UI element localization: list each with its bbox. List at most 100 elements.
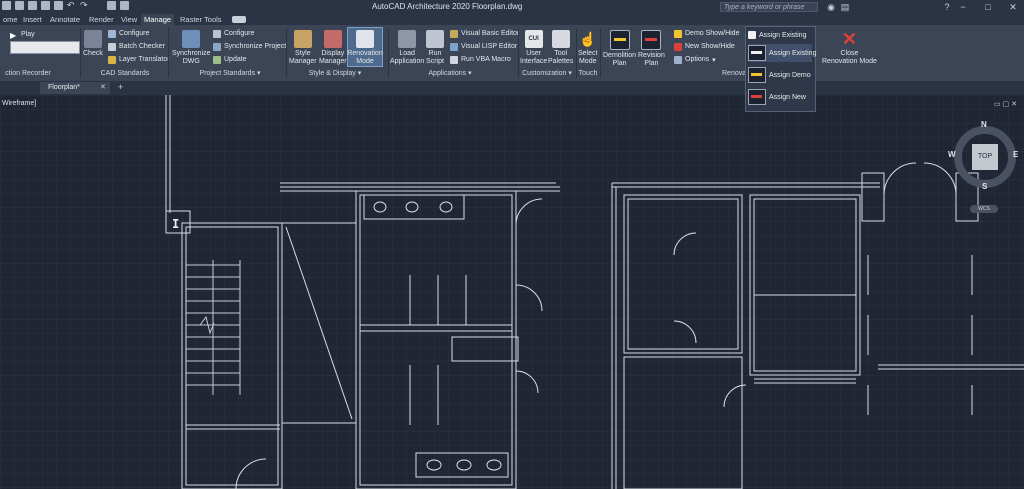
run-script-icon [426,30,444,48]
tab-insert[interactable]: Insert [20,14,45,25]
assign-existing-icon [748,45,766,61]
visual-lisp-editor-button[interactable]: Visual LISP Editor [450,41,517,52]
options-icon [674,55,682,64]
batch-checker-icon [108,42,116,51]
menu-item-assign-existing[interactable]: Assign Existing [748,44,816,62]
plot-icon[interactable] [54,1,63,10]
configure-project-button[interactable]: Configure [213,28,254,39]
macro-select[interactable] [10,41,80,54]
group-label-touch: Touch [578,70,598,77]
layer-translator-icon [108,55,116,64]
viewcube-top-face[interactable]: TOP [972,144,998,170]
update-icon [213,55,221,64]
configure-icon [108,29,116,38]
load-application-button[interactable]: Load Application [390,30,424,66]
quick-access-toolbar: ↶ ↷ [2,1,129,10]
tab-home[interactable]: ome [0,14,21,25]
demo-show-hide-icon [674,29,682,38]
close-icon: ✕ [841,29,857,49]
window-title: AutoCAD Architecture 2020 Floorplan.dwg [372,2,523,11]
group-label-cad-standards: CAD Standards [100,70,150,77]
assign-demo-icon [748,67,766,83]
configure-standards-button[interactable]: Configure [108,28,149,39]
select-mode-button[interactable]: ☝ Select Mode [578,30,597,66]
share-icon[interactable] [107,1,116,10]
synchronize-project-button[interactable]: Synchronize Project [213,41,286,52]
save-icon[interactable] [15,1,24,10]
close-renovation-mode-button[interactable]: ✕ Close Renovation Mode [822,30,877,66]
tab-manage[interactable]: Manage [141,14,175,25]
group-label-applications[interactable]: Applications ▾ [418,69,482,79]
run-vba-macro-button[interactable]: Run VBA Macro [450,54,511,65]
print-icon[interactable] [41,1,50,10]
maximize-icon[interactable]: □ [983,2,993,12]
panel-toggle-icon[interactable] [232,16,246,23]
hand-pointer-icon: ☝ [579,31,597,47]
configure-project-icon [213,29,221,38]
update-button[interactable]: Update [213,54,247,65]
new-tab-icon[interactable]: + [118,82,123,92]
help-icon[interactable]: ? [942,2,952,12]
compass-north[interactable]: N [981,120,987,129]
tab-raster-tools[interactable]: Raster Tools [177,14,225,25]
renovation-mode-button[interactable]: Renovation Mode [347,27,383,67]
play-button[interactable]: ▶ Play [10,29,35,40]
compass-east[interactable]: E [1013,150,1018,159]
group-label-style-display[interactable]: Style & Display ▾ [300,69,370,79]
options-button[interactable]: Options ▾ [674,54,716,65]
compass-west[interactable]: W [948,150,956,159]
group-label-action-recorder: ction Recorder [5,70,51,77]
assign-dropdown-menu: Assign Existing Assign Existing Assign D… [745,26,816,112]
menu-item-assign-new[interactable]: Assign New [748,88,812,106]
close-tab-icon[interactable]: ✕ [100,83,106,91]
cui-icon: CUI [524,30,543,48]
viewport-controls[interactable]: ▭ ▢ ✕ [994,100,1017,108]
display-manager-icon [323,30,342,48]
drawing-canvas[interactable]: I [0,95,1024,489]
wcs-menu[interactable]: WCS [970,205,998,213]
batch-checker-button[interactable]: Batch Checker [108,41,165,52]
file-tab-bar [0,81,1024,95]
revision-plan-button[interactable]: Revision Plan [638,30,665,68]
synchronize-icon [182,30,201,48]
revision-plan-icon [641,30,662,50]
save-as-icon[interactable] [28,1,37,10]
user-icon[interactable]: ◉ [826,2,836,12]
search-input[interactable]: Type a keyword or phrase [720,2,818,12]
demo-show-hide-button[interactable]: Demo Show/Hide [674,28,739,39]
tab-view[interactable]: View [118,14,140,25]
undo-icon[interactable]: ↶ [67,1,76,10]
floorplan-drawing: I [0,95,1024,489]
demolition-plan-button[interactable]: Demolition Plan [603,30,636,68]
redo-icon[interactable]: ↷ [80,1,89,10]
run-script-button[interactable]: Run Script [426,30,444,66]
tool-palettes-button[interactable]: Tool Palettes [548,30,573,66]
new-show-hide-icon [674,42,682,51]
display-manager-button[interactable]: Display Manager [319,30,347,66]
synchronize-dwg-button[interactable]: Synchronize DWG [172,30,211,66]
layer-translator-button[interactable]: Layer Translator [108,54,170,65]
viewport-visual-style-label[interactable]: Wireframe] [2,100,36,107]
style-manager-button[interactable]: Style Manager [289,30,317,66]
open-icon[interactable] [2,1,11,10]
user-interface-button[interactable]: CUI User Interface [520,30,547,66]
menu-item-assign-demo[interactable]: Assign Demo [748,66,812,84]
synchronize-project-icon [213,42,221,51]
visual-basic-editor-button[interactable]: Visual Basic Editor [450,28,519,39]
hammer-icon [356,30,374,48]
play-icon: ▶ [10,30,17,40]
dropdown-header[interactable]: Assign Existing [748,29,812,41]
new-show-hide-button[interactable]: New Show/Hide [674,41,735,52]
sign-in-icon[interactable]: ▤ [840,2,850,12]
compass-south[interactable]: S [982,182,987,191]
check-icon [83,30,102,48]
file-icon[interactable] [120,1,129,10]
tab-annotate[interactable]: Annotate [47,14,83,25]
vb-editor-icon [450,29,458,38]
group-label-project-standards[interactable]: Project Standards ▾ [190,69,270,79]
check-button[interactable]: Check [83,30,103,58]
tab-render[interactable]: Render [86,14,117,25]
group-label-customization[interactable]: Customization ▾ [520,69,574,79]
close-window-icon[interactable]: ✕ [1008,2,1018,12]
minimize-icon[interactable]: − [958,2,968,12]
